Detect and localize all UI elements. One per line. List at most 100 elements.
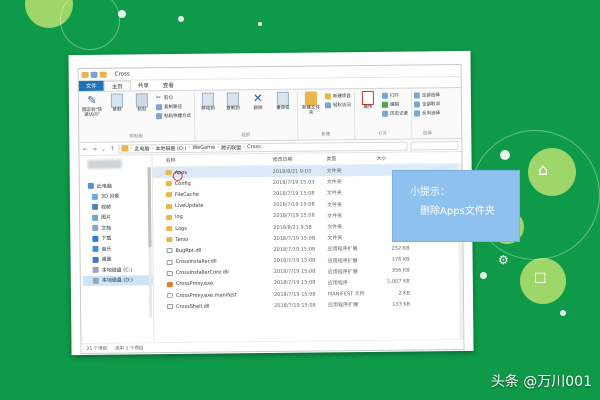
table-row[interactable]: CrossShell.dll 2018/7/19 15:08 应用程序扩展 133 K…	[154, 298, 463, 312]
new-folder-button[interactable]: 新建文件夹	[300, 91, 322, 116]
nav-item[interactable]: 文档	[82, 222, 152, 233]
tip-box: 小提示： 删除Apps文件夹	[392, 170, 520, 242]
breadcrumb-wegame[interactable]: WeGame	[192, 145, 215, 151]
folder-icon	[121, 145, 129, 152]
folder-icon	[165, 170, 172, 176]
highlight-ring	[172, 170, 183, 182]
open-button[interactable]: 打开	[381, 92, 408, 99]
open-icon	[381, 92, 388, 99]
cell-name: FileCache	[153, 191, 269, 198]
select-none-button[interactable]: 全部取消	[413, 100, 440, 107]
nav-item-label: 此电脑	[96, 183, 112, 190]
select-all-button[interactable]: 全部选择	[413, 91, 440, 98]
breadcrumb-tencent[interactable]: 腾讯联盟	[221, 144, 241, 151]
copy-to-button[interactable]: 复制到	[222, 92, 244, 112]
pin-quick-access-button[interactable]: ✎ 固定到"快速访问"	[81, 94, 103, 119]
up-arrow-icon[interactable]: ↑	[109, 145, 115, 152]
cell-date: 2018/7/19 15:08	[273, 268, 316, 276]
move-to-button[interactable]: 移动到	[197, 92, 219, 113]
properties-icon[interactable]	[90, 71, 98, 78]
tab-share[interactable]: 共享	[131, 80, 156, 90]
invert-label: 反向选择	[422, 110, 441, 116]
nav-item[interactable]: 视频	[82, 201, 152, 212]
copy-button[interactable]: 复制	[106, 93, 128, 113]
history-button[interactable]: 历史记录	[382, 110, 408, 117]
rename-button[interactable]: 重命名	[272, 91, 294, 112]
nav-item[interactable]: 此电脑	[82, 180, 152, 191]
paste-shortcut-button[interactable]: 粘贴快捷方式	[156, 112, 191, 119]
desktop-icon	[92, 256, 99, 263]
cell-size: 176 KB	[391, 256, 410, 263]
cell-name: Config	[153, 180, 269, 187]
file-name: Config	[174, 180, 191, 187]
cell-size: 133 KB	[392, 301, 411, 308]
chevron-down-icon[interactable]: ⌄	[100, 145, 106, 152]
column-type[interactable]: 类型	[323, 155, 373, 163]
easy-access-button[interactable]: 轻松访问	[324, 101, 351, 108]
organize-group: 移动到 复制到 ✕ 删除 重命名 组织	[196, 91, 299, 141]
folder-icon	[81, 71, 89, 78]
cell-date: 2018/7/19 15:08	[273, 212, 315, 220]
nav-item[interactable]: 3D 对象	[82, 191, 152, 202]
cell-type: 文件夹	[326, 190, 342, 197]
cell-name: CrossProxy.exe	[154, 280, 270, 287]
picture-icon	[92, 214, 99, 221]
ribbon: ✎ 固定到"快速访问" 复制 粘贴 ✂ 剪切 复制路径 粘贴快捷方式 剪贴板 移…	[78, 87, 462, 144]
cell-type: 应用程序扩展	[328, 302, 359, 309]
tab-view[interactable]: 查看	[156, 80, 181, 90]
column-size[interactable]: 大小	[373, 155, 413, 162]
properties-icon	[361, 90, 374, 106]
nav-item[interactable]: 下载	[82, 233, 152, 244]
nav-item[interactable]: 本地磁盘 (D:)	[82, 274, 153, 286]
cell-type: 文件夹	[327, 224, 343, 231]
breadcrumb-cross[interactable]: Cross	[247, 144, 261, 150]
tab-home[interactable]: 主页	[103, 80, 131, 91]
cell-name: CrossInstaller.dll	[154, 258, 270, 265]
select-none-icon	[413, 100, 421, 107]
nav-item[interactable]: 音乐	[82, 243, 152, 254]
cell-name: log	[153, 213, 269, 220]
search-input[interactable]	[410, 140, 459, 151]
edit-button[interactable]: 编辑	[381, 101, 408, 108]
nav-item-label: 下载	[101, 235, 112, 243]
new-item-button[interactable]: 新建项目	[324, 92, 351, 99]
delete-button[interactable]: ✕ 删除	[247, 91, 269, 112]
rename-icon	[276, 91, 289, 106]
copy-path-button[interactable]: 复制路径	[155, 103, 191, 110]
move-icon	[201, 92, 214, 107]
invert-selection-button[interactable]: 反向选择	[414, 109, 440, 116]
cut-button[interactable]: ✂ 剪切	[156, 94, 191, 101]
nav-item[interactable]: 桌面	[83, 254, 153, 265]
tab-file[interactable]: 文件	[78, 80, 104, 92]
forward-arrow-icon[interactable]: →	[91, 145, 97, 152]
new-folder-icon[interactable]	[99, 71, 107, 78]
open-group: 属性 打开 编辑 历史记录 打开	[356, 90, 413, 140]
select-group: 全部选择 全部取消 反向选择 选择	[413, 90, 444, 138]
cell-date: 2018/7/19 15:08	[274, 302, 316, 309]
breadcrumb-this-pc[interactable]: 此电脑	[134, 145, 149, 152]
invert-icon	[414, 109, 421, 116]
easy-access-icon	[324, 101, 332, 108]
selected-count: 选中 1 个项目	[115, 345, 144, 352]
cart-icon: ☐	[534, 271, 547, 287]
breadcrumb-drive-d[interactable]: 本地磁盘 (D:)	[155, 144, 186, 151]
nav-item[interactable]: 图片	[82, 212, 152, 223]
file-name: BugRpt.dll	[175, 247, 202, 254]
paste-button[interactable]: 粘贴	[131, 93, 153, 113]
column-date[interactable]: 修改日期	[269, 155, 323, 163]
address-path[interactable]: › 此电脑 › 本地磁盘 (D:) › WeGame › 腾讯联盟 › Cros…	[118, 141, 408, 154]
column-name[interactable]: 名称	[153, 156, 269, 164]
nav-item[interactable]: 本地磁盘 (C:)	[83, 264, 153, 275]
cell-date: 2018/7/19 15:08	[273, 235, 316, 242]
cell-date: 2018/7/19 15:08	[273, 246, 316, 253]
quick-access-blurred	[87, 159, 122, 169]
open-group-label: 打开	[378, 131, 388, 137]
edit-label: 编辑	[389, 102, 400, 108]
history-label: 历史记录	[390, 111, 409, 117]
music-icon	[92, 246, 99, 253]
rename-label: 重命名	[276, 105, 290, 111]
properties-button[interactable]: 属性	[357, 90, 379, 111]
nav-item-label: 图片	[101, 214, 112, 222]
back-arrow-icon[interactable]: ←	[82, 145, 88, 152]
video-icon	[92, 204, 99, 211]
